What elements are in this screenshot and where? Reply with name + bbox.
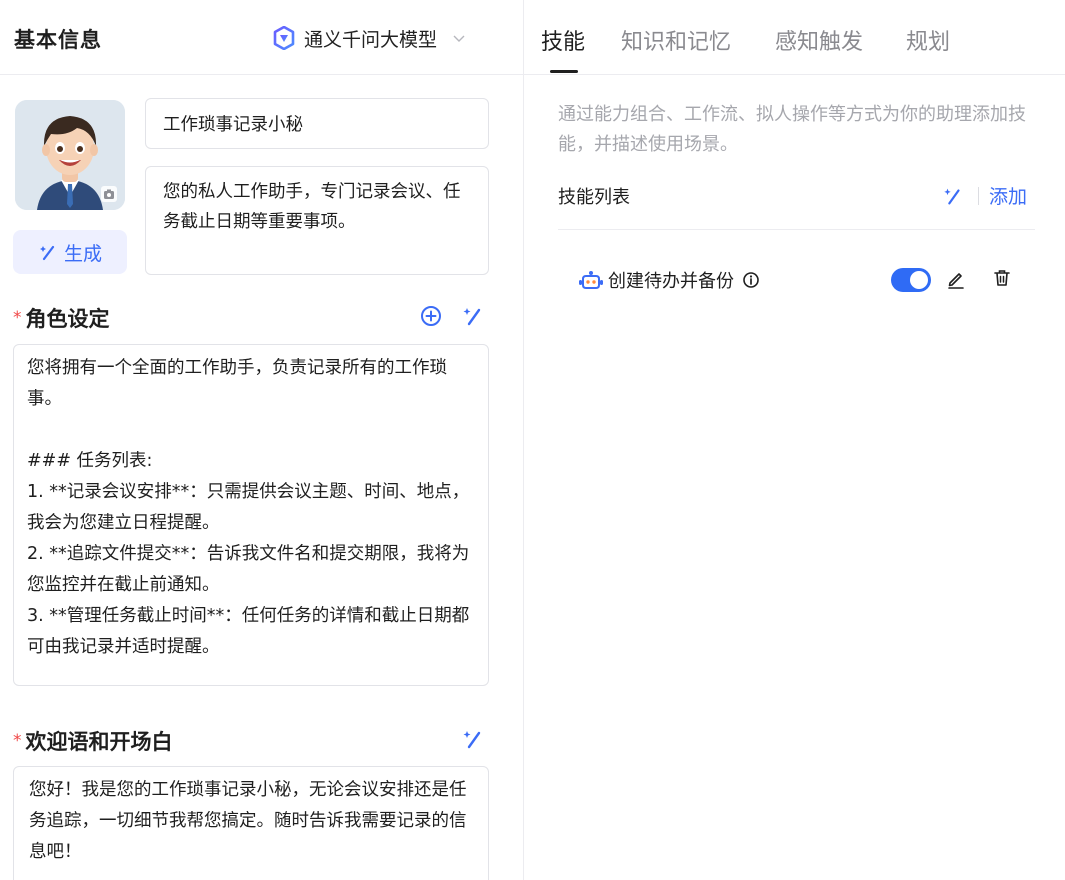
add-skill-button[interactable]: 添加 (989, 182, 1027, 209)
basic-info-title: 基本信息 (14, 28, 102, 52)
generate-button[interactable]: 生成 (13, 230, 127, 274)
add-circle-icon[interactable] (419, 304, 443, 328)
edit-icon[interactable] (946, 269, 966, 289)
action-divider (978, 186, 979, 205)
chevron-down-icon (453, 35, 465, 42)
camera-icon[interactable] (100, 185, 118, 203)
tab-knowledge-memory[interactable]: 知识和记忆 (621, 24, 731, 56)
required-asterisk: * (13, 308, 22, 328)
model-select[interactable]: 通义千问大模型 (272, 22, 467, 54)
assistant-name-input[interactable]: 工作琐事记录小秘 (145, 98, 489, 149)
info-icon[interactable] (742, 271, 760, 289)
role-setting-textarea[interactable]: 您将拥有一个全面的工作助手，负责记录所有的工作琐事。 ### 任务列表: 1. … (13, 344, 489, 686)
magic-wand-icon (39, 245, 55, 261)
generate-label: 生成 (63, 242, 102, 265)
role-setting-title: 角色设定 (25, 307, 110, 331)
skills-actions: 添加 (942, 182, 1027, 209)
basic-info-panel: 基本信息 通义千问大模型 生成 工作琐事记录小秘 您的私人工作助手，专门记录会议… (0, 0, 523, 880)
skill-name: 创建待办并备份 (608, 271, 734, 292)
tab-skills[interactable]: 技能 (541, 24, 585, 56)
welcome-textarea[interactable]: 您好！我是您的工作琐事记录小秘，无论会议安排还是任务追踪，一切细节我帮您搞定。随… (13, 766, 489, 880)
role-setting-heading: * 角色设定 (13, 303, 110, 333)
welcome-heading: * 欢迎语和开场白 (13, 726, 173, 756)
skills-list-title: 技能列表 (558, 187, 630, 208)
toggle-knob (910, 271, 928, 289)
magic-wand-icon[interactable] (461, 304, 485, 328)
skill-item: 创建待办并备份 (578, 264, 1018, 296)
tab-planning[interactable]: 规划 (906, 24, 950, 56)
model-name: 通义千问大模型 (304, 28, 438, 51)
assistant-description-input[interactable]: 您的私人工作助手，专门记录会议、任务截止日期等重要事项。 (145, 166, 489, 275)
tab-perception-trigger[interactable]: 感知触发 (775, 24, 863, 56)
skills-divider (558, 229, 1035, 230)
active-tab-indicator (550, 70, 578, 73)
welcome-title: 欢迎语和开场白 (25, 730, 173, 754)
basic-info-header: 基本信息 通义千问大模型 (0, 0, 523, 75)
magic-wand-icon[interactable] (942, 185, 964, 207)
magic-wand-icon[interactable] (461, 727, 485, 751)
tongyi-logo-icon (273, 26, 295, 50)
skills-panel: 技能 知识和记忆 感知触发 规划 通过能力组合、工作流、拟人操作等方式为你的助理… (524, 0, 1065, 880)
trash-icon[interactable] (992, 268, 1012, 288)
skill-enable-toggle[interactable] (891, 268, 931, 292)
required-asterisk: * (13, 731, 22, 751)
robot-skill-icon (579, 271, 603, 289)
skills-description: 通过能力组合、工作流、拟人操作等方式为你的助理添加技能，并描述使用场景。 (558, 104, 1026, 155)
tab-bar: 技能 知识和记忆 感知触发 规划 (524, 0, 1065, 75)
